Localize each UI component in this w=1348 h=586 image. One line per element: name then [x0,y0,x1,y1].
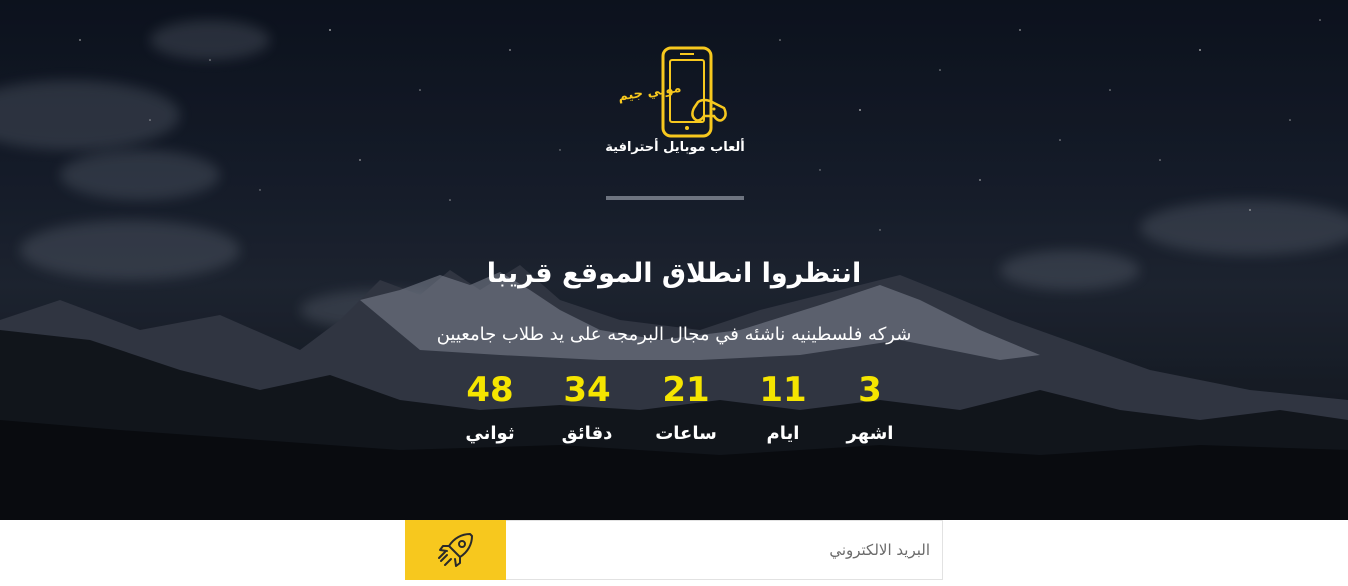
countdown-hours: 21 ساعات [636,368,736,448]
countdown-months-label: اشهر [846,423,894,444]
countdown-months-value: 3 [858,370,882,410]
countdown-timer: 48 ثواني 34 دقائق 21 ساعات 11 ايام 3 اشه… [440,368,910,448]
countdown-days-value: 11 [759,370,807,410]
countdown-hours-label: ساعات [655,423,717,444]
divider [606,196,744,200]
countdown-hours-value: 21 [662,370,710,410]
countdown-seconds-value: 48 [466,370,514,410]
subscribe-form [405,520,943,580]
page-subtitle: شركه فلسطينيه ناشئه في مجال البرمجه على … [436,324,912,345]
countdown-seconds: 48 ثواني [440,368,540,448]
countdown-minutes-label: دقائق [561,423,613,444]
brand-tagline: ألعاب موبايل أحترافية [605,140,745,155]
email-input[interactable] [506,520,943,580]
rocket-icon [437,533,473,567]
countdown-minutes: 34 دقائق [537,368,637,448]
countdown-months: 3 اشهر [820,368,920,448]
countdown-days-label: ايام [766,423,800,444]
countdown-days: 11 ايام [733,368,833,448]
subscribe-button[interactable] [405,520,506,580]
countdown-minutes-value: 34 [563,370,611,410]
countdown-seconds-label: ثواني [465,423,515,444]
page-title: انتظروا انطلاق الموقع قريبا [486,258,862,289]
